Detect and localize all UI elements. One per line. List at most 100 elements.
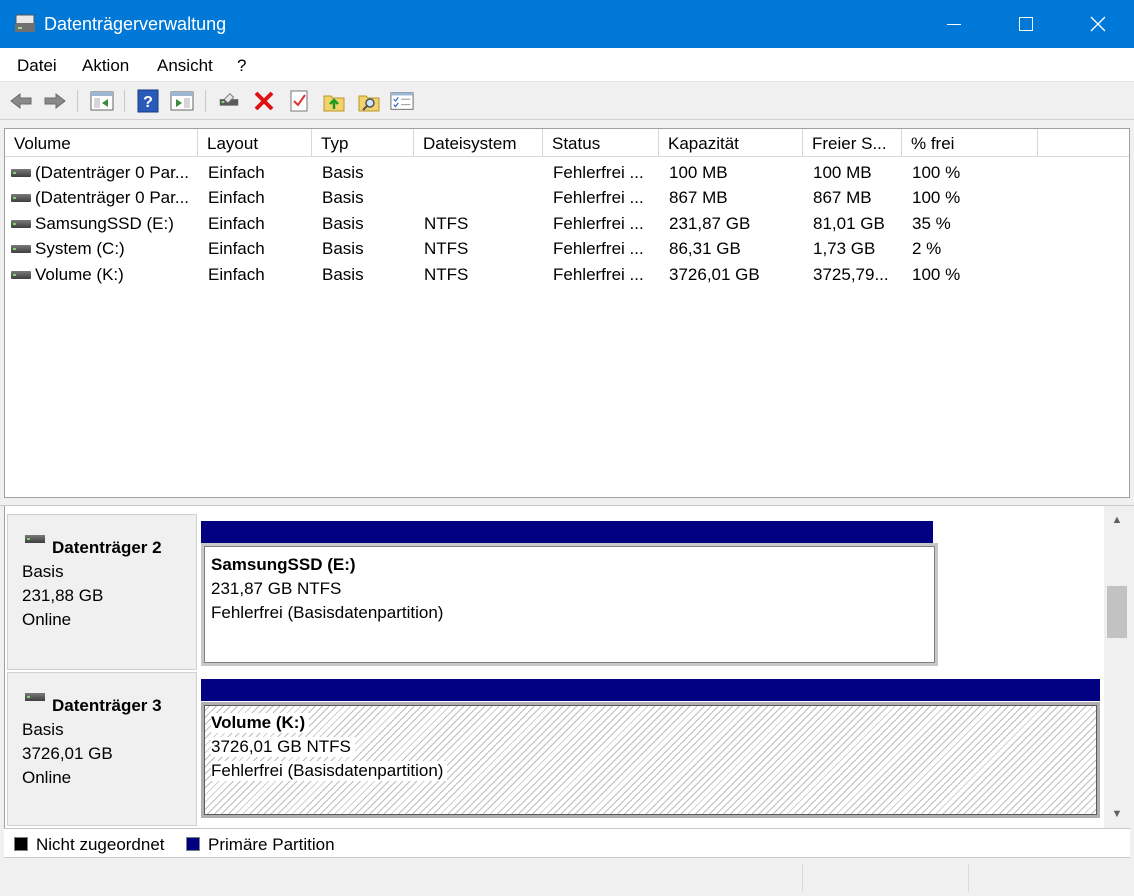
- volume-list: Volume Layout Typ Dateisystem Status Kap…: [4, 128, 1130, 498]
- delete-icon: [254, 91, 274, 111]
- drive-icon: [11, 220, 31, 228]
- minimize-button[interactable]: [918, 0, 990, 48]
- volume-row[interactable]: (Datenträger 0 Par... Einfach Basis Fehl…: [5, 185, 1129, 210]
- folder-up-button[interactable]: [322, 89, 346, 113]
- close-icon: [1090, 16, 1106, 32]
- volume-row[interactable]: Volume (K:) Einfach Basis NTFS Fehlerfre…: [5, 262, 1129, 287]
- volume-name: System (C:): [35, 239, 125, 258]
- volume-name: SamsungSSD (E:): [35, 214, 174, 233]
- volume-name: (Datenträger 0 Par...: [35, 163, 190, 182]
- partition-frame: SamsungSSD (E:) 231,87 GB NTFS Fehlerfre…: [204, 546, 935, 663]
- properties-view-button[interactable]: [170, 89, 194, 113]
- volume-row[interactable]: SamsungSSD (E:) Einfach Basis NTFS Fehle…: [5, 211, 1129, 236]
- volume-layout: Einfach: [208, 265, 265, 284]
- disk-management-app-icon: [15, 14, 35, 32]
- help-button[interactable]: ?: [136, 89, 160, 113]
- check-properties-button[interactable]: [287, 89, 311, 113]
- volume-row[interactable]: System (C:) Einfach Basis NTFS Fehlerfre…: [5, 236, 1129, 261]
- volume-layout: Einfach: [208, 239, 265, 258]
- drive-icon: [11, 245, 31, 253]
- back-button[interactable]: [9, 89, 33, 113]
- column-header-kapazitaet[interactable]: Kapazität: [659, 129, 803, 157]
- partition-volume-k-selected[interactable]: Volume (K:) 3726,01 GB NTFS Fehlerfrei (…: [201, 702, 1100, 818]
- connect-disk-icon: [219, 92, 239, 106]
- back-arrow-icon: [10, 92, 32, 110]
- column-header-typ[interactable]: Typ: [312, 129, 414, 157]
- delete-button[interactable]: [252, 89, 276, 113]
- disk-name: Datenträger 2: [52, 538, 162, 557]
- legend-label-unallocated: Nicht zugeordnet: [36, 835, 165, 854]
- column-header-dateisystem[interactable]: Dateisystem: [414, 129, 543, 157]
- disk-info-panel[interactable]: Datenträger 3 Basis 3726,01 GB Online: [7, 672, 197, 826]
- folder-up-icon: [323, 95, 345, 112]
- search-folder-button[interactable]: [357, 89, 381, 113]
- forward-button[interactable]: [43, 89, 67, 113]
- column-header-freier-speicher[interactable]: Freier S...: [803, 129, 902, 157]
- disk-state: Online: [22, 610, 72, 629]
- volume-percent-free: 100 %: [912, 265, 961, 284]
- disk-type: Basis: [22, 562, 64, 581]
- legend-label-primary: Primäre Partition: [208, 835, 335, 854]
- scrollbar-thumb[interactable]: [1107, 586, 1127, 638]
- menu-bar: Datei Aktion Ansicht ?: [0, 48, 1134, 82]
- status-bar-divider: [802, 864, 803, 892]
- partition-size: 3726,01 GB NTFS: [211, 737, 355, 757]
- volume-capacity: 86,31 GB: [669, 239, 741, 258]
- partition-samsungssd[interactable]: SamsungSSD (E:) 231,87 GB NTFS Fehlerfre…: [201, 543, 938, 666]
- column-header-status[interactable]: Status: [543, 129, 659, 157]
- status-bar: [0, 860, 1134, 896]
- disk-name: Datenträger 3: [52, 696, 162, 715]
- drive-icon: [11, 194, 31, 202]
- volume-layout: Einfach: [208, 214, 265, 233]
- forward-arrow-icon: [44, 92, 66, 110]
- connect-disk-button[interactable]: [217, 89, 241, 113]
- volume-status: Fehlerfrei ...: [553, 188, 644, 207]
- volume-type: Basis: [322, 163, 364, 182]
- partition-status: Fehlerfrei (Basisdatenpartition): [211, 761, 448, 781]
- disk-size: 231,88 GB: [22, 586, 104, 605]
- search-folder-icon: [358, 95, 380, 112]
- close-button[interactable]: [1062, 0, 1134, 48]
- volume-free-space: 100 MB: [813, 163, 872, 182]
- status-bar-divider: [968, 864, 969, 892]
- partition-name: SamsungSSD (E:): [211, 555, 360, 575]
- menu-ansicht[interactable]: Ansicht: [157, 56, 213, 76]
- menu-datei[interactable]: Datei: [17, 56, 57, 76]
- toolbar: ?: [0, 82, 1134, 120]
- title-bar: Datenträgerverwaltung: [0, 0, 1134, 48]
- disk-state: Online: [22, 768, 72, 787]
- volume-status: Fehlerfrei ...: [553, 265, 644, 284]
- disk-graphical-view: Datenträger 2 Basis 231,88 GB Online Sam…: [4, 506, 1130, 828]
- maximize-button[interactable]: [990, 0, 1062, 48]
- toolbar-separator: [124, 90, 125, 112]
- volume-percent-free: 100 %: [912, 188, 961, 207]
- settings-list-button[interactable]: [390, 89, 414, 113]
- legend-swatch-unallocated: [14, 837, 28, 851]
- vertical-scrollbar[interactable]: ▲ ▼: [1104, 506, 1130, 828]
- volume-capacity: 867 MB: [669, 188, 728, 207]
- legend: Nicht zugeordnet Primäre Partition: [4, 828, 1130, 858]
- disk-info-panel[interactable]: Datenträger 2 Basis 231,88 GB Online: [7, 514, 197, 670]
- volume-row[interactable]: (Datenträger 0 Par... Einfach Basis Fehl…: [5, 160, 1129, 185]
- volume-name: Volume (K:): [35, 265, 124, 284]
- volume-free-space: 3725,79...: [813, 265, 889, 284]
- column-header-volume[interactable]: Volume: [5, 129, 198, 157]
- column-header-prozent-frei[interactable]: % frei: [902, 129, 1038, 157]
- help-icon: ?: [137, 89, 159, 113]
- settings-list-icon: [390, 92, 414, 110]
- console-tree-button[interactable]: [90, 89, 114, 113]
- volume-list-header: Volume Layout Typ Dateisystem Status Kap…: [5, 129, 1129, 157]
- scroll-up-arrow-icon[interactable]: ▲: [1104, 510, 1130, 530]
- legend-swatch-primary: [186, 837, 200, 851]
- menu-help[interactable]: ?: [237, 56, 246, 76]
- toolbar-separator: [77, 90, 78, 112]
- volume-type: Basis: [322, 239, 364, 258]
- partition-size: 231,87 GB NTFS: [211, 579, 346, 599]
- volume-capacity: 231,87 GB: [669, 214, 751, 233]
- column-header-layout[interactable]: Layout: [198, 129, 312, 157]
- pane-splitter[interactable]: [0, 498, 1134, 506]
- volume-type: Basis: [322, 188, 364, 207]
- volume-percent-free: 2 %: [912, 239, 942, 258]
- menu-aktion[interactable]: Aktion: [82, 56, 129, 76]
- scroll-down-arrow-icon[interactable]: ▼: [1104, 804, 1130, 824]
